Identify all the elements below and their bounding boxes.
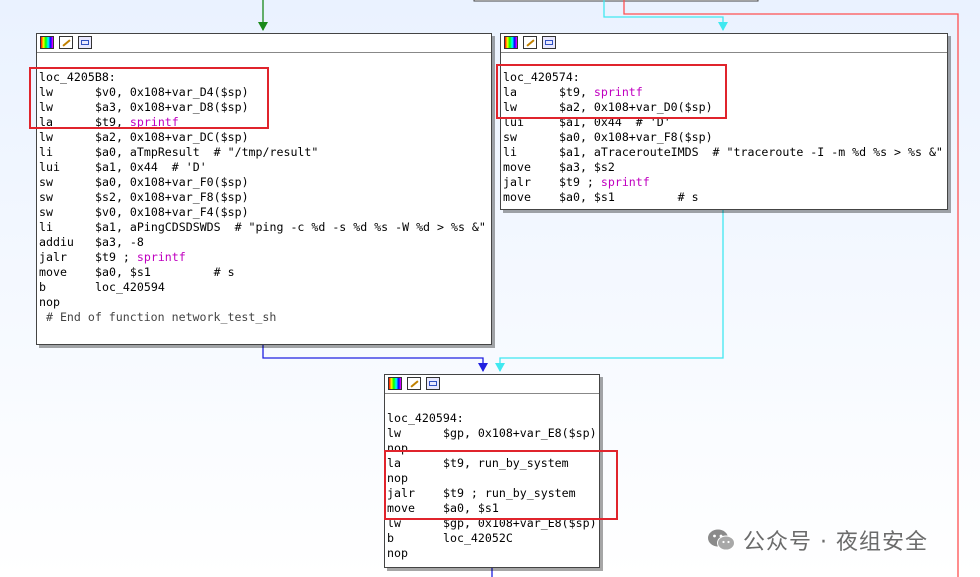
code-operands: $v0, 0x108+var_F4($sp)	[95, 205, 249, 219]
code-operands: $t9 ;	[95, 250, 137, 264]
partial-node-top	[473, 0, 759, 2]
code-operands: $s2, 0x108+var_F8($sp)	[95, 190, 249, 204]
code-mnemonic: li	[39, 145, 53, 159]
edge-cyan-bottom	[495, 210, 724, 372]
node-header	[37, 34, 491, 53]
graph-view-icon[interactable]	[78, 36, 92, 49]
code-operands: $a0, $s1 # s	[95, 265, 235, 279]
graph-view-icon[interactable]	[542, 36, 556, 49]
code-line[interactable]: nop	[39, 295, 489, 310]
code-mnemonic: b	[39, 280, 46, 294]
code-mnemonic: move	[503, 190, 531, 204]
code-mnemonic: nop	[39, 295, 60, 309]
code-line[interactable]: loc_420594:	[387, 411, 597, 426]
code-function-ref[interactable]: sprintf	[137, 250, 186, 264]
code-operands: $a0, 0x108+var_F0($sp)	[95, 175, 249, 189]
highlight-box-right	[496, 64, 727, 119]
code-mnemonic: jalr	[503, 175, 531, 189]
code-line[interactable]: sw $a0, 0x108+var_F8($sp)	[503, 130, 945, 145]
node-loc-420574[interactable]: loc_420574: la $t9, sprintf lw $a2, 0x108+va…	[500, 33, 948, 210]
code-mnemonic: sw	[39, 205, 53, 219]
code-line[interactable]: li $a1, aTracerouteIMDS # "traceroute -I …	[503, 145, 945, 160]
rename-icon[interactable]	[523, 36, 537, 49]
code-operands: $a3, $s2	[559, 160, 615, 174]
code-operands: $a2, 0x108+var_DC($sp)	[95, 130, 249, 144]
code-mnemonic: move	[503, 160, 531, 174]
code-mnemonic: sw	[503, 130, 517, 144]
code-line[interactable]: sw $s2, 0x108+var_F8($sp)	[39, 190, 489, 205]
code-mnemonic: li	[503, 145, 517, 159]
code-line[interactable]: b loc_42052C	[387, 531, 597, 546]
watermark: 公众号 · 夜组安全	[707, 524, 928, 558]
code-line[interactable]: lui $a1, 0x44 # 'D'	[39, 160, 489, 175]
rename-icon[interactable]	[407, 377, 421, 390]
code-operands: $a1, aPingCDSDSWDS # "ping -c %d -s %d %…	[95, 220, 486, 234]
code-operands: $t9 ;	[559, 175, 601, 189]
code-operands: loc_420594	[95, 280, 165, 294]
graph-view-icon[interactable]	[426, 377, 440, 390]
code-function-ref[interactable]: sprintf	[601, 175, 650, 189]
code-comment: # End of function network_test_sh	[39, 310, 277, 324]
code-mnemonic: nop	[387, 546, 408, 560]
code-line[interactable]: sw $a0, 0x108+var_F0($sp)	[39, 175, 489, 190]
code-operands: $gp, 0x108+var_E8($sp)	[443, 426, 597, 440]
code-mnemonic: lw	[39, 130, 53, 144]
code-operands: $a0, $s1 # s	[559, 190, 699, 204]
code-line[interactable]: sw $v0, 0x108+var_F4($sp)	[39, 205, 489, 220]
code-operands: $a1, aTracerouteIMDS # "traceroute -I -m…	[559, 145, 943, 159]
code-line[interactable]: move $a0, $s1 # s	[39, 265, 489, 280]
color-palette-icon[interactable]	[40, 36, 54, 49]
code-label: loc_420594:	[387, 411, 464, 425]
code-mnemonic: jalr	[39, 250, 67, 264]
code-line[interactable]: li $a1, aPingCDSDSWDS # "ping -c %d -s %d…	[39, 220, 489, 235]
highlight-box-bottom	[384, 450, 618, 520]
code-mnemonic: lw	[387, 426, 401, 440]
code-line[interactable]: lw $a2, 0x108+var_DC($sp)	[39, 130, 489, 145]
code-line[interactable]: addiu $a3, -8	[39, 235, 489, 250]
code-mnemonic: addiu	[39, 235, 74, 249]
watermark-text: 公众号 · 夜组安全	[743, 530, 928, 555]
code-line[interactable]: # End of function network_test_sh	[39, 310, 489, 325]
code-mnemonic: li	[39, 220, 53, 234]
highlight-box-left	[29, 67, 269, 129]
code-operands: $a0, 0x108+var_F8($sp)	[559, 130, 713, 144]
edge-cyan-top	[603, 0, 728, 31]
code-mnemonic: sw	[39, 175, 53, 189]
color-palette-icon[interactable]	[504, 36, 518, 49]
code-line[interactable]: lw $gp, 0x108+var_E8($sp)	[387, 426, 597, 441]
code-operands: $a1, 0x44 # 'D'	[95, 160, 207, 174]
code-line[interactable]: jalr $t9 ; sprintf	[39, 250, 489, 265]
edge-blue	[262, 344, 488, 372]
color-palette-icon[interactable]	[388, 377, 402, 390]
rename-icon[interactable]	[59, 36, 73, 49]
code-operands: loc_42052C	[443, 531, 513, 545]
code-mnemonic: lui	[39, 160, 60, 174]
code-operands: $a0, aTmpResult # "/tmp/result"	[95, 145, 319, 159]
code-mnemonic: move	[39, 265, 67, 279]
node-header	[501, 34, 947, 53]
code-mnemonic: sw	[39, 190, 53, 204]
code-operands: $a3, -8	[95, 235, 144, 249]
code-line[interactable]: jalr $t9 ; sprintf	[503, 175, 945, 190]
node-header	[385, 375, 599, 394]
code-mnemonic: b	[387, 531, 394, 545]
code-line[interactable]: move $a3, $s2	[503, 160, 945, 175]
code-line[interactable]: b loc_420594	[39, 280, 489, 295]
code-line[interactable]: move $a0, $s1 # s	[503, 190, 945, 205]
code-line[interactable]: nop	[387, 546, 597, 561]
code-line[interactable]: li $a0, aTmpResult # "/tmp/result"	[39, 145, 489, 160]
wechat-logo-icon	[707, 528, 735, 558]
